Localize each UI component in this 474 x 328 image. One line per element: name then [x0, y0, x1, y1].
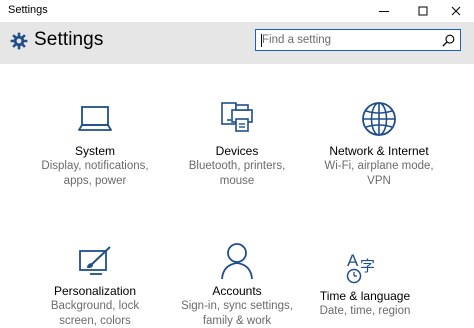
- svg-text:A: A: [347, 251, 359, 270]
- search-box[interactable]: [255, 29, 461, 51]
- tile-system[interactable]: System Display, notifications, apps, pow…: [20, 100, 170, 188]
- window-title: Settings: [8, 4, 48, 16]
- search-icon[interactable]: [442, 34, 455, 47]
- tile-label: Personalization: [53, 284, 137, 298]
- tile-label: Time & language: [319, 289, 411, 303]
- tile-description: Bluetooth, printers,: [188, 160, 286, 172]
- close-icon: [451, 6, 461, 16]
- minimize-icon: [379, 11, 389, 12]
- tile-description: Background, lock: [50, 300, 140, 312]
- tile-personalization[interactable]: Personalization Background, lock screen,…: [20, 244, 170, 328]
- tile-time-language[interactable]: A 字 Time & language Date, time, region: [290, 249, 440, 319]
- time-language-icon: A 字: [346, 251, 375, 284]
- devices-icon: [221, 102, 253, 132]
- tile-description: mouse: [219, 174, 255, 187]
- tile-description: Display, notifications,: [41, 160, 149, 172]
- person-icon: [221, 243, 253, 280]
- tile-description: VPN: [367, 174, 391, 187]
- settings-header: Settings: [0, 22, 474, 64]
- page-title: Settings: [34, 29, 104, 50]
- tile-description: apps, power: [63, 174, 127, 187]
- tile-description: Wi-Fi, airplane mode,: [324, 160, 434, 172]
- close-button[interactable]: [438, 0, 474, 22]
- tile-label: Network & Internet: [329, 144, 429, 158]
- minimize-button[interactable]: [366, 0, 402, 22]
- tile-description: screen, colors: [59, 314, 131, 327]
- maximize-button[interactable]: [405, 0, 441, 22]
- gear-icon: [10, 32, 28, 50]
- tile-devices[interactable]: Devices Bluetooth, printers, mouse: [162, 100, 312, 188]
- search-input[interactable]: [262, 30, 432, 50]
- tile-network-internet[interactable]: Network & Internet Wi-Fi, airplane mode,…: [304, 100, 454, 188]
- svg-text:字: 字: [360, 257, 375, 275]
- maximize-icon: [418, 6, 428, 16]
- tile-label: System: [74, 144, 115, 158]
- globe-icon: [362, 102, 396, 136]
- laptop-icon: [78, 106, 112, 131]
- tile-label: Devices: [215, 144, 259, 158]
- personalization-icon: [79, 246, 111, 275]
- window-titlebar: Settings: [0, 0, 474, 22]
- tile-description: Date, time, region: [319, 305, 411, 317]
